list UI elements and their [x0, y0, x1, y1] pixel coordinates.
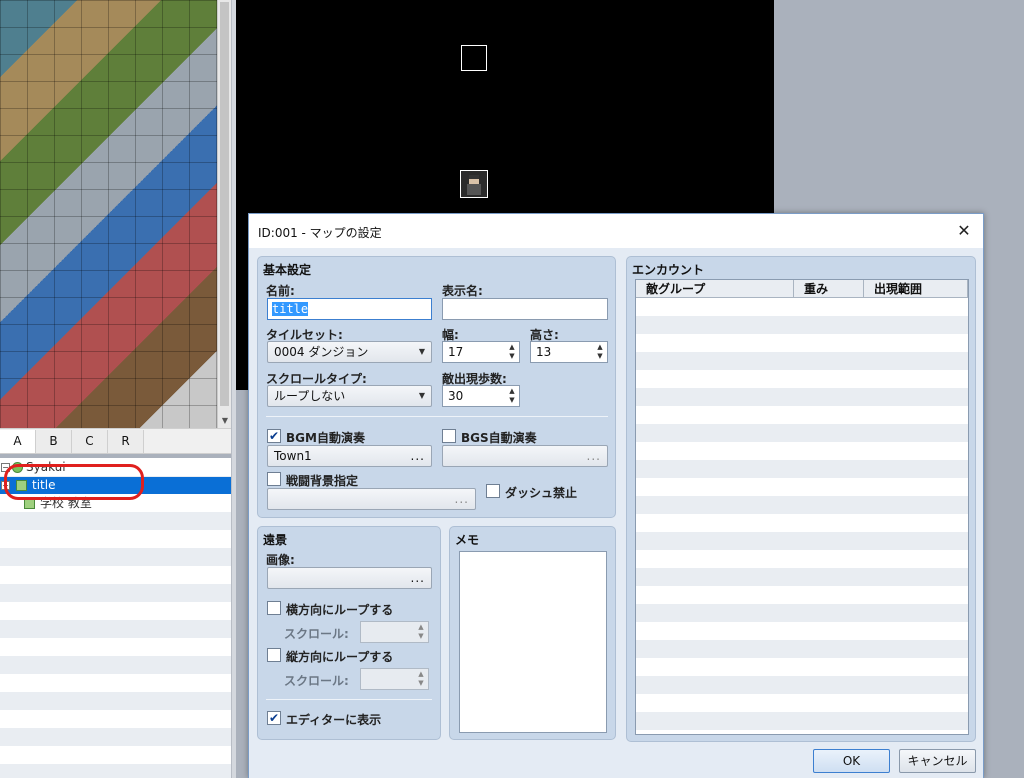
tab-a[interactable]: A [0, 430, 36, 453]
dash-disable-label: ダッシュ禁止 [505, 486, 578, 500]
scroll-type-value: ループしない [274, 389, 346, 403]
scrollbar-thumb[interactable] [220, 2, 229, 406]
basic-settings-group: 基本設定 名前: title 表示名: タイルセット: 0004 ダンジョン ▼… [257, 256, 616, 518]
ok-button[interactable]: OK [813, 749, 890, 773]
width-value: 17 [448, 345, 464, 359]
display-name-input[interactable] [442, 298, 608, 320]
name-input[interactable]: title [267, 298, 432, 320]
image-label: 画像: [266, 553, 295, 567]
encounter-table-rows[interactable] [636, 298, 968, 734]
encounter-title: エンカウント [632, 263, 705, 277]
bgm-label: BGM自動演奏 [286, 431, 365, 445]
player-start-icon[interactable] [460, 170, 488, 198]
close-icon[interactable]: ✕ [953, 220, 975, 242]
scroll-vertical-stepper[interactable]: ▲ ▼ [360, 668, 429, 690]
tileset-select-value: 0004 ダンジョン [274, 345, 369, 359]
name-label: 名前: [266, 284, 295, 298]
battleback-label: 戦闘背景指定 [286, 474, 359, 488]
dash-disable-checkbox[interactable] [486, 484, 500, 498]
loop-horizontal-checkbox[interactable] [267, 601, 281, 615]
dialog-body: 基本設定 名前: title 表示名: タイルセット: 0004 ダンジョン ▼… [249, 248, 983, 778]
bgm-value: Town1 [274, 449, 312, 463]
bgm-picker-button[interactable]: Town1 ... [267, 445, 432, 467]
memo-textarea[interactable] [459, 551, 607, 733]
tileset-scrollbar[interactable]: ▼ [217, 0, 231, 428]
tileset-palette[interactable] [0, 0, 217, 428]
bgs-label: BGS自動演奏 [461, 431, 537, 445]
annotation-ring [4, 464, 144, 500]
encounter-group: エンカウント 敵グループ 重み 出現範囲 [626, 256, 976, 742]
encounter-steps-value: 30 [448, 389, 464, 403]
bgm-checkbox[interactable]: ✔ [267, 429, 281, 443]
scroll-type-select[interactable]: ループしない ▼ [267, 385, 432, 407]
show-in-editor-label: エディターに表示 [286, 713, 382, 727]
encounter-table-header: 敵グループ 重み 出現範囲 [636, 280, 968, 298]
basic-settings-title: 基本設定 [263, 263, 312, 277]
editor-background [774, 0, 1024, 215]
height-stepper[interactable]: 13 ▲ ▼ [530, 341, 608, 363]
column-weight[interactable]: 重み [794, 280, 864, 298]
tab-c[interactable]: C [72, 430, 108, 453]
loop-horizontal-label: 横方向にループする [286, 603, 394, 617]
scroll-down-arrow-icon[interactable]: ▼ [218, 414, 232, 428]
memo-title: メモ [455, 533, 480, 547]
height-value: 13 [536, 345, 552, 359]
parallax-image-picker[interactable]: ... [267, 567, 432, 589]
memo-group: メモ [449, 526, 616, 740]
bgs-checkbox[interactable] [442, 429, 456, 443]
scroll-horizontal-stepper[interactable]: ▲ ▼ [360, 621, 429, 643]
spin-arrows-icon[interactable]: ▲ ▼ [416, 623, 426, 641]
battleback-picker-button[interactable]: ... [267, 488, 476, 510]
map-tree[interactable]: − Syakui − title 学校 教室 [0, 458, 231, 778]
scroll-vertical-label: スクロール: [284, 674, 349, 688]
column-range[interactable]: 出現範囲 [864, 280, 968, 298]
spin-arrows-icon[interactable]: ▲ ▼ [416, 670, 426, 688]
divider [266, 416, 608, 417]
scroll-horizontal-label: スクロール: [284, 627, 349, 641]
width-stepper[interactable]: 17 ▲ ▼ [442, 341, 520, 363]
map-settings-dialog: ID:001 - マップの設定 ✕ 基本設定 名前: title 表示名: タイ… [248, 213, 984, 778]
encounter-steps-stepper[interactable]: 30 ▲ ▼ [442, 385, 520, 407]
chevron-down-icon: ▼ [418, 347, 425, 356]
loop-vertical-checkbox[interactable] [267, 648, 281, 662]
parallax-title: 遠景 [263, 533, 288, 547]
spin-arrows-icon[interactable]: ▲ ▼ [595, 343, 605, 361]
tab-b[interactable]: B [36, 430, 72, 453]
show-in-editor-checkbox[interactable]: ✔ [267, 711, 281, 725]
display-name-label: 表示名: [442, 284, 483, 298]
cancel-button[interactable]: キャンセル [899, 749, 976, 773]
parallax-group: 遠景 画像: ... 横方向にループする スクロール: ▲ ▼ 縦方向にループする… [257, 526, 441, 740]
encounter-table[interactable]: 敵グループ 重み 出現範囲 [635, 279, 969, 735]
column-troop[interactable]: 敵グループ [636, 280, 794, 298]
dialog-title: ID:001 - マップの設定 [258, 226, 382, 240]
divider [266, 699, 432, 700]
tileset-tab-bar: A B C R [0, 428, 231, 454]
battleback-checkbox[interactable] [267, 472, 281, 486]
spin-arrows-icon[interactable]: ▲ ▼ [507, 343, 517, 361]
loop-vertical-label: 縦方向にループする [286, 650, 394, 664]
chevron-down-icon: ▼ [418, 391, 425, 400]
bgs-picker-button[interactable]: ... [442, 445, 608, 467]
dialog-titlebar[interactable]: ID:001 - マップの設定 ✕ [249, 214, 983, 248]
tab-r[interactable]: R [108, 430, 144, 453]
tileset-select[interactable]: 0004 ダンジョン ▼ [267, 341, 432, 363]
map-event-marker[interactable] [461, 45, 487, 71]
spin-arrows-icon[interactable]: ▲ ▼ [507, 387, 517, 405]
